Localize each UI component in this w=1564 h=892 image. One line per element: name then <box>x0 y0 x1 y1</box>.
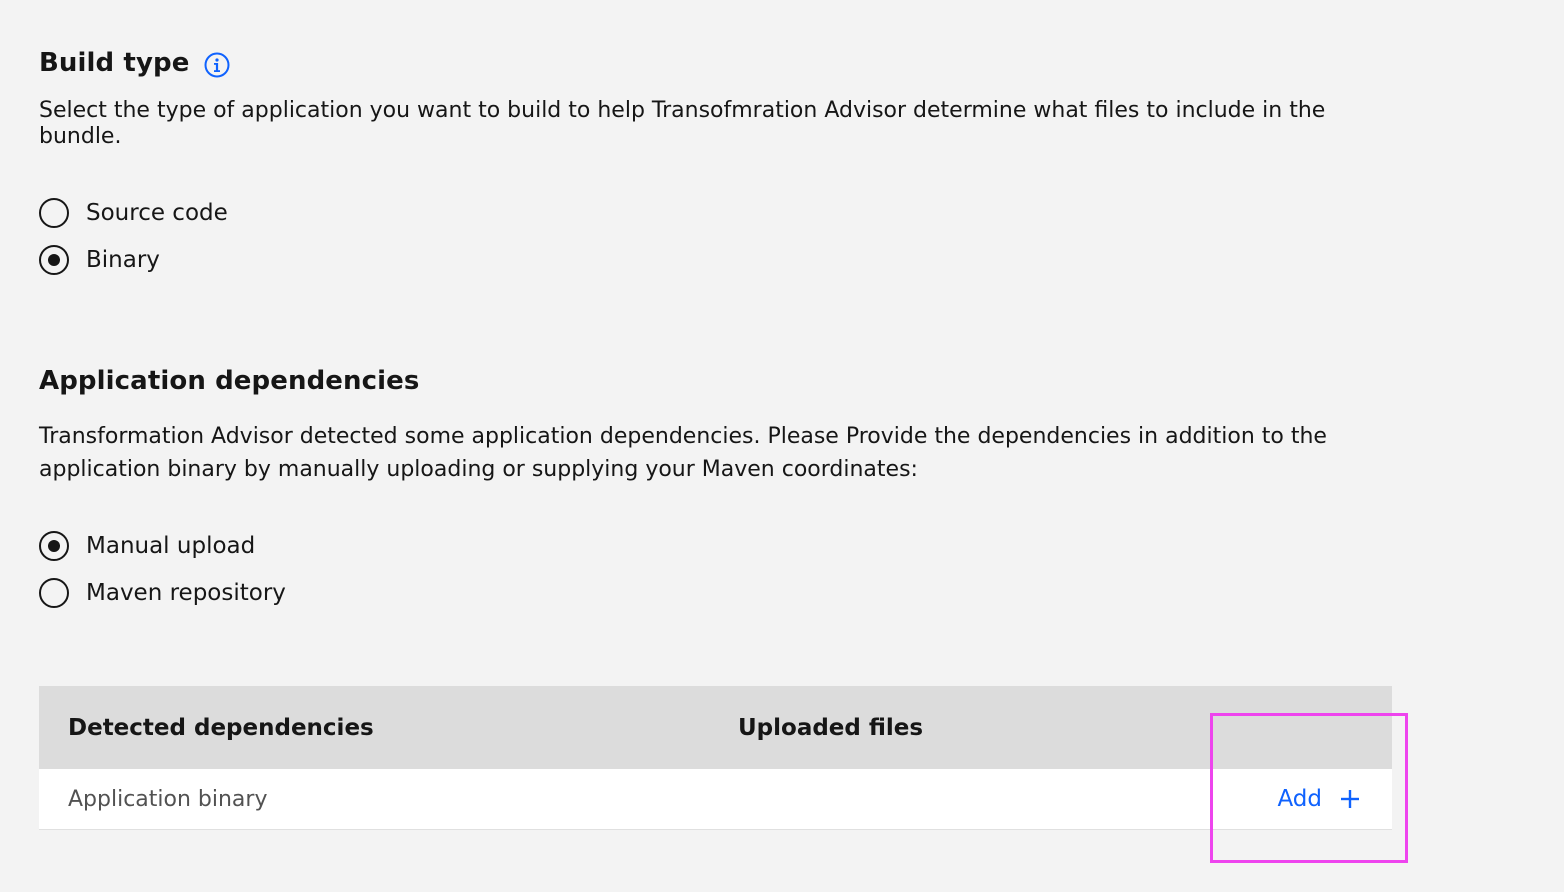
radio-manual-upload-label[interactable]: Manual upload <box>86 533 255 559</box>
radio-source-code[interactable]: Source code <box>39 197 228 229</box>
radio-source-code-circle[interactable] <box>39 198 69 228</box>
build-type-title: Build type <box>39 48 190 78</box>
plus-icon[interactable] <box>1340 789 1360 809</box>
info-icon[interactable] <box>204 52 230 78</box>
app-dependencies-description: Transformation Advisor detected some app… <box>39 424 1327 482</box>
radio-source-code-label[interactable]: Source code <box>86 200 228 226</box>
radio-maven-repository-label[interactable]: Maven repository <box>86 580 286 606</box>
table-row: Application binary Add <box>39 769 1392 830</box>
radio-manual-upload-circle[interactable] <box>39 531 69 561</box>
radio-maven-repository[interactable]: Maven repository <box>39 577 286 609</box>
radio-maven-repository-circle[interactable] <box>39 578 69 608</box>
app-dependencies-title: Application dependencies <box>39 366 420 396</box>
add-button[interactable]: Add <box>1277 769 1360 829</box>
dependency-name: Application binary <box>68 786 268 812</box>
radio-binary-label[interactable]: Binary <box>86 247 160 273</box>
table-header: Detected dependencies Uploaded files <box>39 686 1392 769</box>
radio-binary[interactable]: Binary <box>39 244 160 276</box>
build-type-description: Select the type of application you want … <box>39 98 1326 149</box>
radio-binary-circle[interactable] <box>39 245 69 275</box>
radio-manual-upload[interactable]: Manual upload <box>39 530 255 562</box>
add-button-label[interactable]: Add <box>1277 786 1322 812</box>
column-header-detected-dependencies: Detected dependencies <box>68 714 374 741</box>
dependencies-table: Detected dependencies Uploaded files App… <box>39 686 1392 830</box>
column-header-uploaded-files: Uploaded files <box>738 714 924 741</box>
